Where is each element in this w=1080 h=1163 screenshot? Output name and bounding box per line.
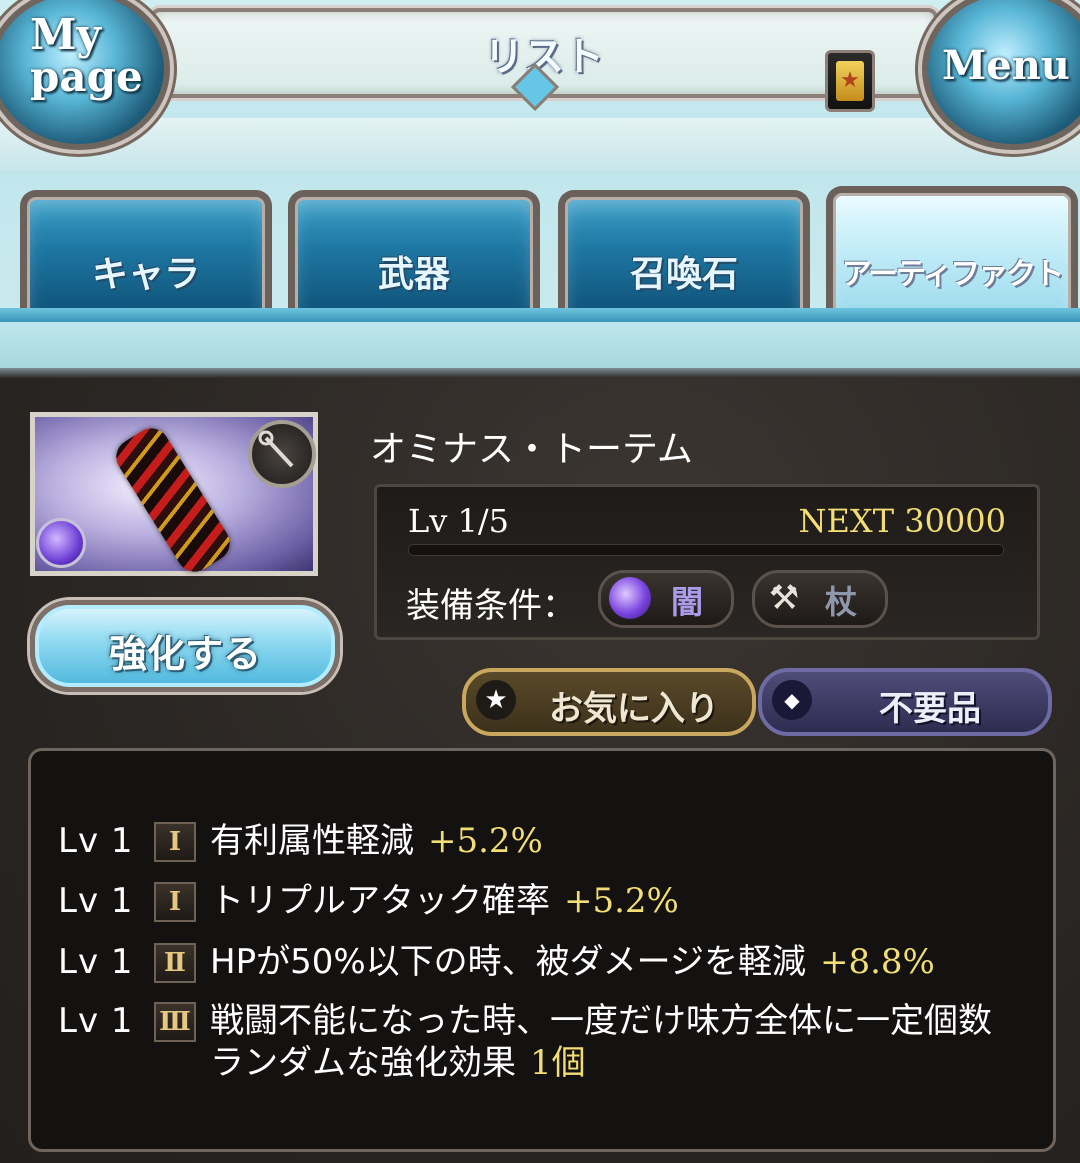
skill-desc: トリプルアタック確率 (210, 881, 550, 921)
star-badge[interactable]: ★ (825, 50, 875, 112)
tab-base (0, 322, 1080, 370)
skill-level: Lv 1 (58, 1001, 134, 1041)
mypage-label-line2: page (30, 52, 143, 101)
skill-desc: 戦闘不能になった時、一度だけ味方全体に一定個数 (210, 1001, 992, 1041)
next-exp: NEXT 30000 (798, 502, 1006, 540)
upgrade-button[interactable]: 強化する (30, 600, 340, 692)
skill-level: Lv 1 (58, 881, 134, 921)
junk-icon: ◆ (772, 680, 812, 720)
junk-label: 不要品 (879, 689, 981, 729)
item-level: Lv 1/5 (408, 502, 509, 540)
tab-character[interactable]: キャラ (20, 190, 272, 315)
skill-level: Lv 1 (58, 821, 134, 861)
weapon-type-text: 杖 (825, 583, 858, 621)
skill-value: +5.2% (564, 881, 679, 921)
element-text: 闇 (671, 583, 704, 621)
favorite-button[interactable]: ★ お気に入り (462, 668, 756, 736)
skill-desc: 有利属性軽減 (210, 821, 414, 861)
mypage-label: My page (30, 14, 143, 98)
skill-rank: Ⅰ (154, 822, 196, 862)
skill-value: +5.2% (428, 821, 543, 861)
skill-value: 1個 (530, 1043, 586, 1083)
skill-value: +8.8% (819, 942, 935, 982)
tab-label: キャラ (91, 254, 200, 295)
skill-text: 戦闘不能になった時、一度だけ味方全体に一定個数 ランダムな強化効果 1個 (210, 1000, 992, 1084)
skill-text: 有利属性軽減 +5.2% (210, 820, 543, 862)
tab-summon[interactable]: 召喚石 (558, 190, 810, 315)
weapon-type-badge: ⚒ 杖 (752, 570, 888, 628)
dark-element-icon (36, 518, 86, 568)
upgrade-button-label: 強化する (108, 632, 261, 676)
skill-rank: Ⅰ (154, 882, 196, 922)
header-strip (0, 118, 1080, 170)
equip-condition-label: 装備条件： (406, 586, 576, 626)
junk-button[interactable]: ◆ 不要品 (758, 668, 1052, 736)
tab-artifact[interactable]: アーティファクト (826, 186, 1078, 321)
skill-rank: Ⅲ (154, 1002, 196, 1042)
tab-label: 召喚石 (629, 254, 738, 295)
skill-text: HPが50%以下の時、被ダメージを軽減 +8.8% (210, 941, 935, 983)
dark-element-icon (609, 577, 651, 619)
tab-bar (0, 308, 1080, 322)
header-divider (0, 368, 1080, 378)
star-icon: ★ (836, 61, 864, 101)
header: リスト ★ My page Menu キャラ 武器 召喚石 アーティファクト (0, 0, 1080, 378)
tab-label: 武器 (377, 254, 450, 295)
skill-level: Lv 1 (58, 942, 134, 982)
exp-bar (408, 544, 1004, 556)
element-badge: 闇 (598, 570, 734, 628)
skill-rank: Ⅱ (154, 943, 196, 983)
favorite-label: お気に入り (549, 689, 719, 729)
staff-icon: ⚒ (768, 578, 800, 618)
menu-label: Menu (942, 42, 1070, 89)
skill-desc: HPが50%以下の時、被ダメージを軽減 (210, 942, 806, 982)
staff-icon (248, 420, 316, 488)
tab-weapon[interactable]: 武器 (288, 190, 540, 315)
item-name: オミナス・トーテム (370, 429, 693, 470)
star-icon: ★ (476, 680, 516, 720)
tab-label: アーティファクト (841, 257, 1064, 292)
skill-desc-line2: ランダムな強化効果 (210, 1043, 516, 1083)
skill-text: トリプルアタック確率 +5.2% (210, 880, 679, 922)
